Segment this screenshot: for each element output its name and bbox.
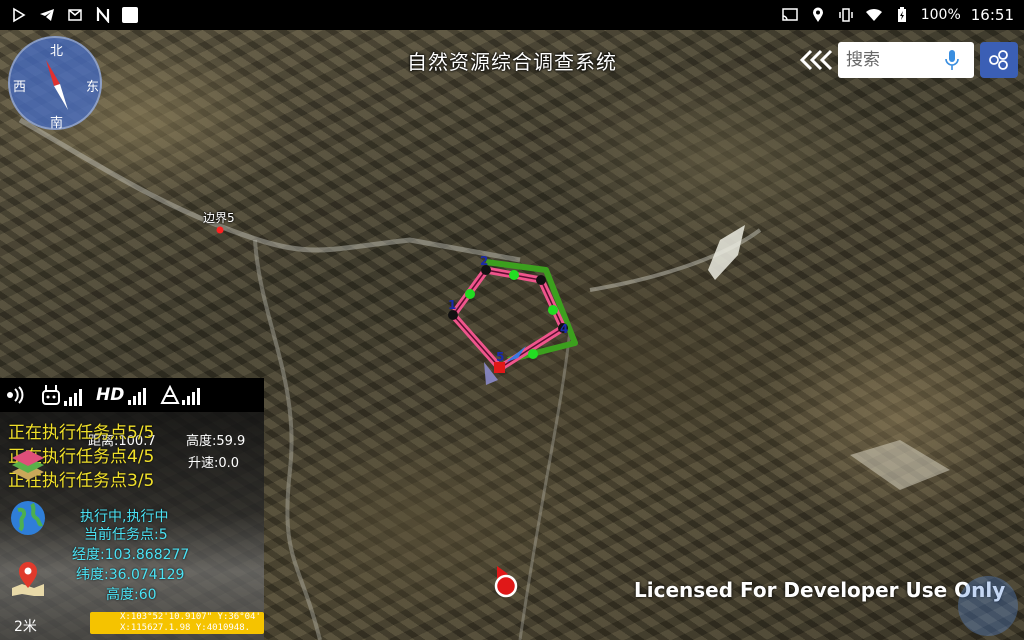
river-path (18, 117, 521, 263)
share-icon (989, 50, 1008, 70)
hd-icon: HD (96, 385, 125, 405)
light-terrain (850, 440, 950, 490)
climb-rate-readout: 升速:0.0 (188, 456, 240, 471)
waypoint-label-4: 4 (560, 322, 569, 336)
status-left-icons (10, 6, 138, 24)
controller-signal-bars (64, 388, 82, 406)
my-location-marker[interactable] (494, 574, 518, 598)
gps-satellite-icon (160, 385, 180, 404)
double-chevron-left-icon (799, 49, 833, 71)
midpoint (528, 349, 538, 359)
river-path-3 (518, 329, 572, 640)
info-area: 距离:100.7 高度:59.9 升速:0.0 正在执行任务点5/5 正在执行任… (0, 412, 264, 640)
midpoint (509, 270, 519, 280)
license-watermark: Licensed For Developer Use Only (634, 578, 1006, 602)
layers-icon[interactable] (8, 448, 48, 488)
square-icon (122, 7, 138, 23)
waypoint-label-5: 5 (496, 350, 505, 364)
gps-signal (160, 385, 201, 405)
waypoint-label-2: 2 (480, 254, 489, 268)
compass[interactable]: 北 西 东 南 (8, 36, 102, 131)
current-task-point: 当前任务点:5 (84, 527, 168, 543)
status-right-icons: 100% 16:51 (781, 6, 1014, 24)
globe-icon[interactable] (8, 498, 48, 538)
hd-signal: HD (96, 385, 147, 405)
hd-signal-bars (128, 387, 147, 405)
radio-waves-icon (7, 386, 24, 404)
longitude-readout: 经度:103.868277 (72, 547, 190, 563)
cast-icon (781, 6, 799, 24)
telegram-icon (38, 6, 56, 24)
mail-icon (66, 6, 84, 24)
task-status-line: 正在执行任务点5/5 (8, 423, 155, 443)
wifi-icon (865, 6, 883, 24)
vibrate-icon (837, 6, 855, 24)
rc-signal (6, 386, 26, 404)
execution-state: 执行中,执行中 (80, 509, 169, 525)
compass-needle-icon (46, 60, 68, 110)
microphone-icon[interactable] (942, 48, 962, 72)
controller-signal (40, 384, 82, 406)
river-path-2 (253, 239, 322, 640)
play-store-icon (10, 6, 28, 24)
boundary-marker[interactable] (216, 226, 224, 234)
clock: 16:51 (970, 6, 1014, 24)
snow-patch (708, 225, 745, 280)
app-root: 边界5 1 2 4 5 100% 16:51 自然资源综合调查系统 北 西 东 … (0, 0, 1024, 640)
search-input[interactable] (846, 50, 942, 70)
map-pin-icon[interactable] (8, 558, 48, 598)
location-icon (809, 6, 827, 24)
height-readout: 高度:60 (106, 587, 157, 603)
signal-bar: HD (0, 378, 264, 412)
latitude-readout: 纬度:36.074129 (76, 567, 185, 583)
share-button[interactable] (980, 42, 1018, 78)
midpoint (548, 305, 558, 315)
boundary-marker-label: 边界5 (203, 211, 235, 225)
coordinate-bar: X:103°52'10.9107" Y:36°04' X:115627.1.98… (90, 612, 264, 634)
midpoint (465, 289, 475, 299)
locate-button[interactable] (958, 576, 1018, 636)
coordinate-line-2: X:115627.1.98 Y:4010948. (120, 623, 251, 633)
collapse-button[interactable] (796, 44, 836, 76)
telemetry-panel: HD 距离:100.7 高度:59.9 升速:0.0 正在执行任务点5/5 正在… (0, 378, 264, 640)
altitude-readout: 高度:59.9 (186, 434, 246, 449)
gps-signal-bars (182, 387, 201, 405)
n-icon (94, 6, 112, 24)
battery-percent: 100% (920, 7, 961, 23)
search-box[interactable] (838, 42, 974, 78)
system-status-bar: 100% 16:51 (0, 0, 1024, 30)
waypoint-3[interactable] (536, 275, 546, 285)
map-scale: 2米 (14, 619, 37, 635)
battery-icon (893, 6, 911, 24)
waypoint-label-1: 1 (448, 298, 457, 312)
remote-controller-icon (42, 385, 60, 405)
coordinate-line-1: X:103°52'10.9107" Y:36°04' (120, 612, 261, 622)
